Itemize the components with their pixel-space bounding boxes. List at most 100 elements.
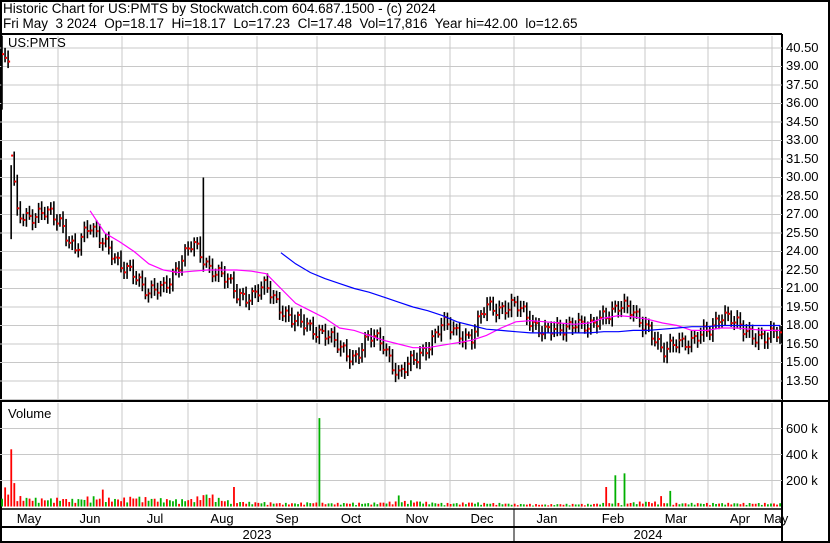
- close-tick: [563, 333, 566, 336]
- close-tick: [453, 327, 456, 330]
- close-tick: [148, 292, 151, 295]
- close-tick: [609, 318, 612, 321]
- volume-bar: [260, 503, 263, 507]
- volume-bar: [535, 504, 537, 507]
- volume-bar: [278, 503, 281, 507]
- volume-bar: [464, 504, 467, 507]
- close-tick: [481, 312, 484, 315]
- close-tick: [291, 322, 294, 325]
- close-tick: [429, 348, 432, 351]
- volume-bar: [513, 503, 516, 507]
- volume-bar: [77, 499, 80, 507]
- close-tick: [102, 242, 105, 245]
- volume-bar: [440, 502, 443, 507]
- close-tick: [178, 269, 181, 272]
- month-label: Apr: [729, 511, 751, 526]
- volume-bar: [16, 501, 19, 507]
- close-tick: [587, 327, 590, 330]
- close-tick: [618, 309, 621, 312]
- volume-bar: [654, 501, 656, 507]
- close-tick: [69, 241, 72, 244]
- close-tick: [252, 290, 255, 293]
- close-tick: [697, 339, 700, 342]
- chart-canvas[interactable]: [0, 0, 830, 543]
- volume-bar: [114, 498, 116, 507]
- price-tick-label: 16.50: [786, 335, 819, 351]
- close-tick: [362, 349, 365, 352]
- close-tick: [715, 317, 718, 320]
- close-tick: [130, 265, 133, 268]
- close-tick: [477, 315, 480, 318]
- volume-bar: [742, 502, 745, 507]
- volume-bar: [190, 499, 193, 507]
- close-tick: [413, 358, 416, 361]
- close-tick: [35, 215, 38, 218]
- volume-bar: [315, 502, 318, 507]
- close-tick: [50, 207, 53, 210]
- volume-bar: [403, 500, 406, 507]
- volume-bar: [596, 503, 598, 507]
- close-tick: [780, 331, 782, 334]
- close-tick: [596, 325, 599, 328]
- moving-average-short-line: [89, 210, 780, 349]
- close-tick: [612, 307, 615, 310]
- close-tick: [285, 309, 288, 312]
- close-tick: [47, 208, 50, 211]
- volume-bar: [394, 501, 397, 507]
- volume-bar: [352, 502, 354, 507]
- volume-bar: [443, 505, 446, 507]
- month-label: May: [763, 511, 789, 526]
- volume-bar: [651, 503, 653, 507]
- close-tick: [664, 355, 667, 358]
- volume-bar: [620, 505, 623, 507]
- close-tick: [340, 345, 343, 348]
- volume-bar: [449, 504, 452, 507]
- close-tick: [11, 154, 14, 157]
- volume-bar: [657, 504, 659, 507]
- volume-bar: [712, 502, 714, 507]
- volume-bar: [254, 502, 257, 507]
- volume-bar: [687, 504, 690, 507]
- price-tick-label: 18.00: [786, 317, 819, 333]
- close-tick: [603, 310, 606, 313]
- close-tick: [737, 316, 740, 319]
- close-tick: [636, 310, 639, 313]
- close-tick: [450, 331, 453, 334]
- volume-bar: [577, 504, 580, 507]
- close-tick: [746, 330, 749, 333]
- close-tick: [578, 318, 581, 321]
- close-tick: [770, 327, 773, 330]
- close-tick: [261, 286, 264, 289]
- volume-bar: [31, 500, 34, 507]
- month-label: Oct: [340, 511, 362, 526]
- month-label: Jan: [536, 511, 558, 526]
- close-tick: [139, 276, 142, 279]
- year-label: 2024: [633, 527, 663, 542]
- close-tick: [584, 329, 587, 332]
- volume-bar: [693, 504, 696, 507]
- close-tick: [337, 348, 340, 351]
- close-tick: [29, 214, 32, 217]
- volume-bar: [763, 502, 766, 507]
- close-tick: [212, 275, 215, 278]
- volume-bar: [56, 497, 58, 507]
- month-label: Feb: [601, 511, 625, 526]
- volume-bar: [397, 495, 400, 507]
- volume-bar: [590, 504, 592, 507]
- close-tick: [627, 304, 630, 307]
- volume-bar: [477, 502, 479, 507]
- close-tick: [185, 247, 188, 250]
- volume-bar: [345, 503, 348, 507]
- close-tick: [728, 312, 731, 315]
- volume-bar: [760, 504, 763, 507]
- close-tick: [395, 373, 398, 376]
- price-tick-label: 28.50: [786, 187, 819, 203]
- month-label: Aug: [210, 511, 234, 526]
- close-tick: [718, 321, 721, 324]
- volume-bar: [159, 498, 162, 507]
- close-tick: [5, 56, 8, 59]
- close-tick: [682, 337, 685, 340]
- volume-bar: [501, 504, 504, 507]
- close-tick: [215, 273, 218, 276]
- volume-bar: [257, 502, 260, 507]
